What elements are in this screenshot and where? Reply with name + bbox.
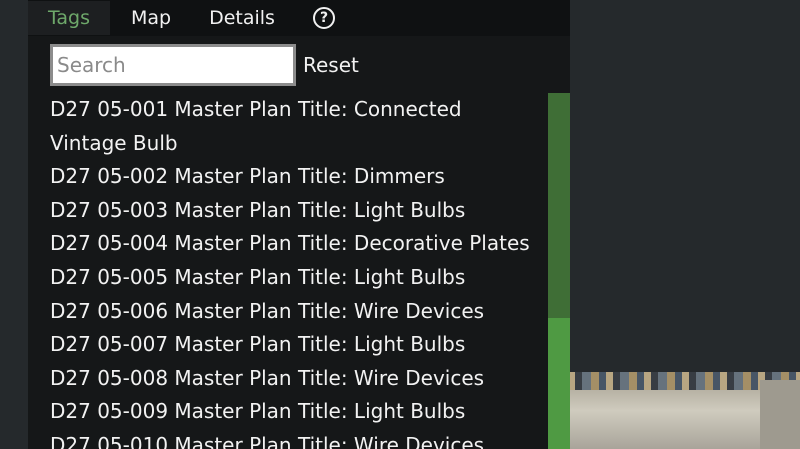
search-row: Reset bbox=[50, 44, 359, 86]
app-viewport: Tags Map Details ? Reset D27 05-001 Mast… bbox=[0, 0, 800, 449]
tab-map[interactable]: Map bbox=[110, 1, 192, 35]
list-item[interactable]: D27 05-002 Master Plan Title: Dimmers bbox=[50, 160, 540, 194]
search-input[interactable] bbox=[50, 44, 296, 86]
list-item[interactable]: D27 05-005 Master Plan Title: Light Bulb… bbox=[50, 261, 540, 295]
tab-bar: Tags Map Details ? bbox=[28, 0, 570, 36]
tab-details[interactable]: Details bbox=[192, 1, 292, 35]
scrollbar-thumb[interactable] bbox=[548, 318, 570, 449]
list-item[interactable]: D27 05-006 Master Plan Title: Wire Devic… bbox=[50, 295, 540, 329]
list-item[interactable]: D27 05-010 Master Plan Title: Wire Devic… bbox=[50, 429, 540, 449]
list-item[interactable]: D27 05-001 Master Plan Title: Connected … bbox=[50, 93, 540, 160]
tab-tags[interactable]: Tags bbox=[28, 1, 110, 35]
list-item[interactable]: D27 05-004 Master Plan Title: Decorative… bbox=[50, 227, 540, 261]
tag-list: D27 05-001 Master Plan Title: Connected … bbox=[50, 93, 540, 449]
reset-button[interactable]: Reset bbox=[303, 53, 359, 77]
list-item[interactable]: D27 05-003 Master Plan Title: Light Bulb… bbox=[50, 194, 540, 228]
list-item[interactable]: D27 05-009 Master Plan Title: Light Bulb… bbox=[50, 395, 540, 429]
help-button[interactable]: ? bbox=[292, 1, 356, 35]
scene-edge bbox=[760, 380, 800, 449]
list-item[interactable]: D27 05-007 Master Plan Title: Light Bulb… bbox=[50, 328, 540, 362]
list-item[interactable]: D27 05-008 Master Plan Title: Wire Devic… bbox=[50, 362, 540, 396]
help-icon: ? bbox=[313, 7, 335, 29]
